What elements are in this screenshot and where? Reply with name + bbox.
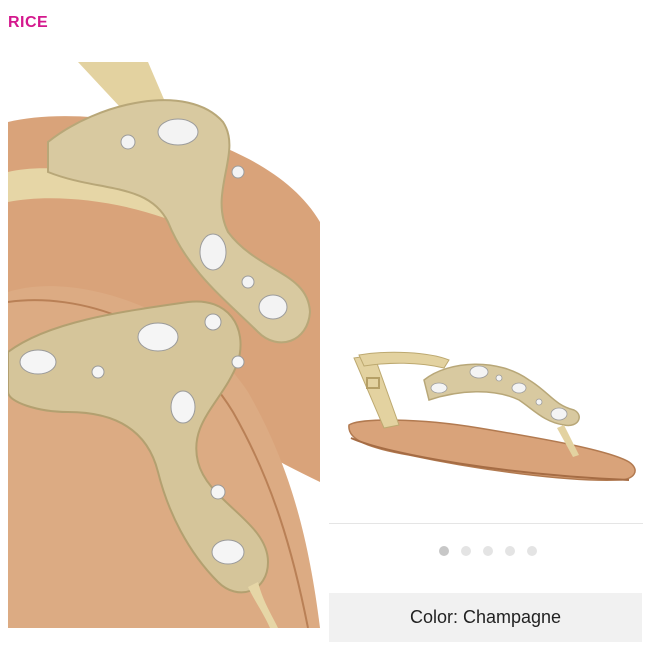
sandal-closeup-illustration bbox=[8, 62, 320, 628]
carousel-dot[interactable] bbox=[483, 546, 493, 556]
product-gallery: Color: Champagne bbox=[329, 0, 650, 650]
color-selector[interactable]: Color: Champagne bbox=[329, 593, 642, 642]
sandal-side-illustration bbox=[348, 351, 636, 481]
divider bbox=[329, 523, 643, 524]
product-side-image[interactable] bbox=[329, 330, 650, 510]
price-label: RICE bbox=[8, 14, 49, 31]
product-closeup-image[interactable] bbox=[8, 62, 320, 628]
color-label: Color: Champagne bbox=[409, 607, 562, 627]
carousel-dot[interactable] bbox=[505, 546, 515, 556]
carousel-dot[interactable] bbox=[461, 546, 471, 556]
carousel-dots[interactable] bbox=[439, 546, 537, 556]
carousel-dot[interactable] bbox=[527, 546, 537, 556]
carousel-dot[interactable] bbox=[439, 546, 449, 556]
